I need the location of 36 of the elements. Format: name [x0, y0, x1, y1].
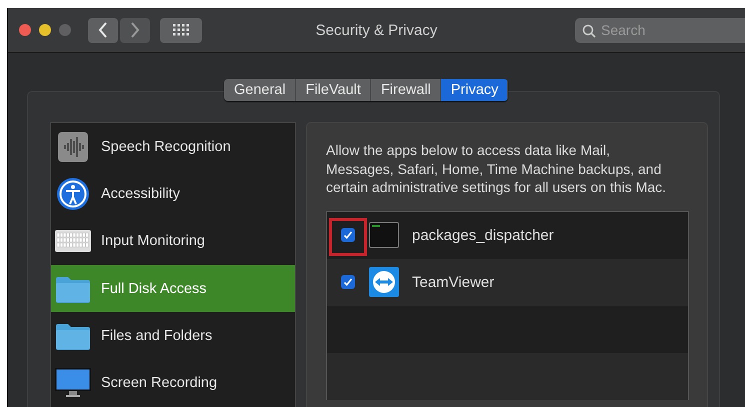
waveform-icon	[55, 130, 91, 163]
chevron-left-icon	[98, 22, 108, 38]
terminal-icon	[369, 222, 399, 248]
search-icon	[582, 24, 596, 38]
folder-icon	[55, 274, 91, 303]
sidebar-item[interactable]: Full Disk Access	[51, 265, 295, 312]
folder-icon	[55, 322, 91, 350]
teamviewer-icon	[369, 267, 399, 298]
tab[interactable]: General	[224, 79, 296, 102]
app-name: TeamViewer	[412, 274, 494, 291]
sidebar-item[interactable]: Screen Recording	[51, 360, 295, 407]
forward-button[interactable]	[120, 18, 150, 43]
close-button[interactable]	[19, 24, 31, 36]
app-row[interactable]: packages_dispatcher	[327, 212, 688, 259]
checkbox[interactable]	[341, 275, 355, 290]
show-all-button[interactable]	[160, 18, 202, 43]
checkbox[interactable]	[341, 228, 355, 242]
app-name: packages_dispatcher	[412, 226, 554, 244]
sidebar-item[interactable]: Accessibility	[51, 170, 295, 218]
chevron-right-icon	[130, 22, 140, 38]
app-row[interactable]: TeamViewer	[327, 258, 688, 306]
sidebar-item[interactable]: Speech Recognition	[51, 123, 295, 171]
grid-icon	[173, 24, 189, 36]
keyboard-icon	[55, 230, 91, 252]
window-title: Security & Privacy	[316, 22, 438, 39]
tab[interactable]: FileVault	[296, 79, 371, 102]
back-button[interactable]	[88, 18, 118, 43]
description-text: Allow the apps below to access data like Mail, Messages, Safari, Home, Time Machine backups, and certain administrative settings for all users on this Mac.	[326, 141, 668, 197]
monitor-icon	[55, 368, 91, 398]
search-field[interactable]: Search	[575, 18, 745, 43]
accessibility-icon	[55, 177, 91, 212]
minimize-button[interactable]	[39, 24, 51, 36]
sidebar-item[interactable]: Files and Folders	[51, 312, 295, 360]
tab[interactable]: Privacy	[440, 79, 508, 102]
tab[interactable]: Firewall	[370, 79, 441, 102]
sidebar-item[interactable]: Input Monitoring	[51, 218, 295, 266]
